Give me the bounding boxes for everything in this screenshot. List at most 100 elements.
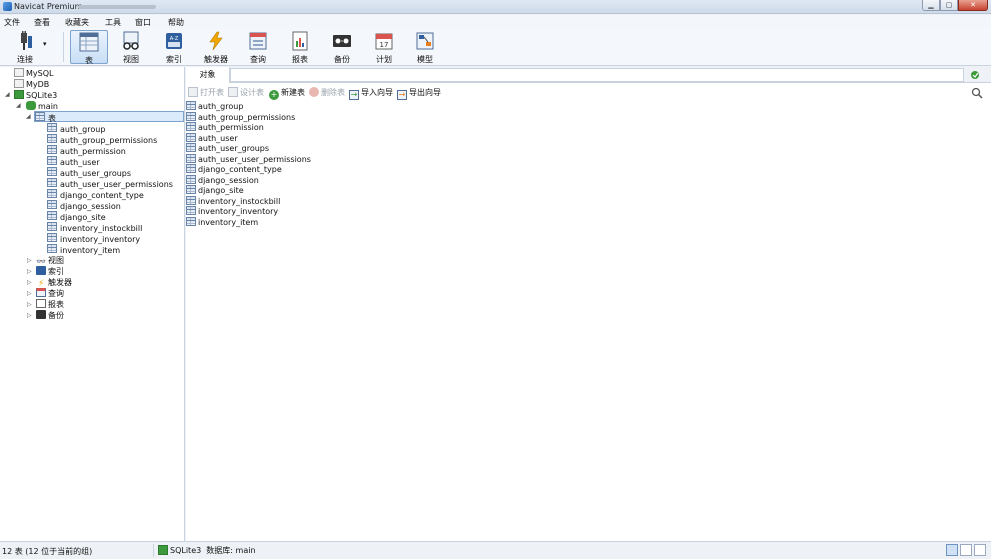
tree-tables-node[interactable]: 表 bbox=[34, 111, 184, 123]
index-icon bbox=[36, 266, 46, 275]
tree-table-item[interactable]: auth_group bbox=[47, 123, 105, 134]
views-expand-icon[interactable]: ▷ bbox=[27, 257, 32, 264]
toolbar-trigger-button[interactable]: 触发器 bbox=[197, 30, 235, 64]
indexes-expand-icon[interactable]: ▷ bbox=[27, 268, 32, 275]
status-divider bbox=[153, 544, 154, 557]
queries-expand-icon[interactable]: ▷ bbox=[27, 290, 32, 297]
connection-tree: MySQL MyDB ◢ SQLite3 ◢ main ◢ 表 auth_gro… bbox=[0, 67, 185, 541]
status-object-count: 12 表 (12 位于当前的组) bbox=[2, 547, 93, 556]
search-icon[interactable] bbox=[971, 87, 983, 99]
table-icon bbox=[186, 206, 196, 215]
object-list-item[interactable]: django_content_type bbox=[186, 164, 282, 175]
database-icon bbox=[26, 101, 36, 110]
tree-table-item[interactable]: inventory_inventory bbox=[47, 233, 140, 244]
triggers-expand-icon[interactable]: ▷ bbox=[27, 279, 32, 286]
table-icon bbox=[186, 154, 196, 163]
sqlite-expand-icon[interactable]: ◢ bbox=[5, 91, 10, 98]
sqlite-status-icon bbox=[158, 545, 168, 555]
tree-indexes-node[interactable]: 索引 bbox=[36, 266, 64, 277]
tree-table-item[interactable]: auth_permission bbox=[47, 145, 126, 156]
export-wizard-button[interactable]: → 导出向导 bbox=[397, 87, 441, 100]
object-list-item[interactable]: auth_group bbox=[186, 101, 243, 112]
maximize-button[interactable]: ▢ bbox=[940, 0, 958, 11]
window-title: Navicat Premium bbox=[14, 2, 83, 11]
tree-connection-mysql[interactable]: MySQL bbox=[14, 68, 53, 79]
view-grid-icon[interactable] bbox=[974, 544, 986, 556]
tree-table-item[interactable]: auth_user_user_permissions bbox=[47, 178, 173, 189]
tree-connection-sqlite3[interactable]: SQLite3 bbox=[14, 90, 57, 101]
view-detail-icon[interactable] bbox=[960, 544, 972, 556]
toolbar-query-label: 查询 bbox=[250, 55, 266, 64]
tree-table-item[interactable]: django_site bbox=[47, 211, 106, 222]
toolbar-table-label: 表 bbox=[85, 56, 93, 65]
table-icon bbox=[47, 244, 57, 253]
reports-expand-icon[interactable]: ▷ bbox=[27, 301, 32, 308]
toolbar-report-button[interactable]: 报表 bbox=[281, 30, 319, 64]
object-list-item[interactable]: inventory_item bbox=[186, 217, 258, 228]
mydb-connection-icon bbox=[14, 79, 24, 88]
import-icon: → bbox=[349, 90, 359, 100]
toolbar-table-button[interactable]: 表 bbox=[70, 30, 108, 65]
object-list-item[interactable]: inventory_inventory bbox=[186, 206, 278, 217]
tree-table-item[interactable]: inventory_item bbox=[47, 244, 120, 255]
tree-queries-node[interactable]: 查询 bbox=[36, 288, 64, 299]
tree-table-item[interactable]: auth_user_groups bbox=[47, 167, 131, 178]
toolbar-backup-label: 备份 bbox=[334, 55, 350, 64]
tree-table-item[interactable]: django_content_type bbox=[47, 189, 144, 200]
design-table-button[interactable]: 设计表 bbox=[228, 87, 264, 98]
connection-status-icon[interactable] bbox=[970, 70, 981, 80]
backup-icon bbox=[36, 310, 46, 319]
report-icon bbox=[292, 31, 308, 51]
toolbar-view-button[interactable]: 视图 bbox=[112, 30, 150, 64]
backups-expand-icon[interactable]: ▷ bbox=[27, 312, 32, 319]
tree-table-item[interactable]: auth_user bbox=[47, 156, 100, 167]
delete-table-button[interactable]: 删除表 bbox=[309, 87, 345, 98]
backup-tape-icon bbox=[333, 35, 351, 47]
maximize-icon: ▢ bbox=[945, 1, 953, 9]
view-list-icon[interactable] bbox=[946, 544, 958, 556]
object-list-item[interactable]: auth_user_groups bbox=[186, 143, 269, 154]
toolbar-separator bbox=[63, 32, 64, 62]
table-icon bbox=[47, 167, 57, 176]
close-button[interactable]: ✕ bbox=[958, 0, 988, 11]
table-icon bbox=[47, 211, 57, 220]
model-icon bbox=[416, 32, 434, 50]
tree-connection-mydb[interactable]: MyDB bbox=[14, 79, 49, 90]
tree-reports-node[interactable]: 报表 bbox=[36, 299, 64, 310]
menu-tools[interactable]: 工具 bbox=[105, 17, 121, 28]
toolbar-model-button[interactable]: 模型 bbox=[406, 30, 444, 64]
tree-triggers-node[interactable]: ⚡ 触发器 bbox=[36, 277, 72, 289]
open-table-button[interactable]: 打开表 bbox=[188, 87, 224, 98]
tab-objects[interactable]: 对象 bbox=[186, 67, 230, 83]
import-wizard-button[interactable]: → 导入向导 bbox=[349, 87, 393, 100]
menu-window[interactable]: 窗口 bbox=[135, 17, 151, 28]
table-icon bbox=[186, 217, 196, 226]
new-table-button[interactable]: + 新建表 bbox=[269, 87, 305, 100]
connect-button[interactable]: 连接 bbox=[6, 30, 44, 64]
tree-backups-node[interactable]: 备份 bbox=[36, 310, 64, 321]
menu-view[interactable]: 查看 bbox=[34, 17, 50, 28]
table-icon bbox=[186, 122, 196, 131]
minimize-button[interactable]: ▁ bbox=[922, 0, 940, 11]
tree-table-item[interactable]: django_session bbox=[47, 200, 121, 211]
tables-expand-icon[interactable]: ◢ bbox=[26, 113, 31, 120]
object-list-item[interactable]: auth_permission bbox=[186, 122, 264, 133]
menu-help[interactable]: 帮助 bbox=[168, 17, 184, 28]
sqlite-connection-icon bbox=[14, 90, 24, 99]
menu-file[interactable]: 文件 bbox=[4, 17, 20, 28]
delete-table-icon bbox=[309, 87, 319, 97]
tree-table-item[interactable]: auth_group_permissions bbox=[47, 134, 157, 145]
object-list-item[interactable]: django_site bbox=[186, 185, 244, 196]
tree-views-node[interactable]: 👓 视图 bbox=[36, 255, 64, 266]
main-expand-icon[interactable]: ◢ bbox=[16, 102, 21, 109]
toolbar-query-button[interactable]: 查询 bbox=[239, 30, 277, 64]
minimize-icon: ▁ bbox=[928, 1, 934, 9]
query-icon bbox=[249, 32, 267, 50]
menu-favorites[interactable]: 收藏夹 bbox=[65, 17, 89, 28]
toolbar-backup-button[interactable]: 备份 bbox=[323, 30, 361, 64]
object-toolbar: 打开表 设计表 + 新建表 删除表 → 导入向导 → 导出向导 bbox=[186, 85, 991, 100]
toolbar-schedule-button[interactable]: 17 计划 bbox=[365, 30, 403, 64]
connect-dropdown-icon[interactable]: ▾ bbox=[43, 40, 47, 48]
tree-table-item[interactable]: inventory_instockbill bbox=[47, 222, 142, 233]
toolbar-index-button[interactable]: A-Z 索引 bbox=[155, 30, 193, 64]
